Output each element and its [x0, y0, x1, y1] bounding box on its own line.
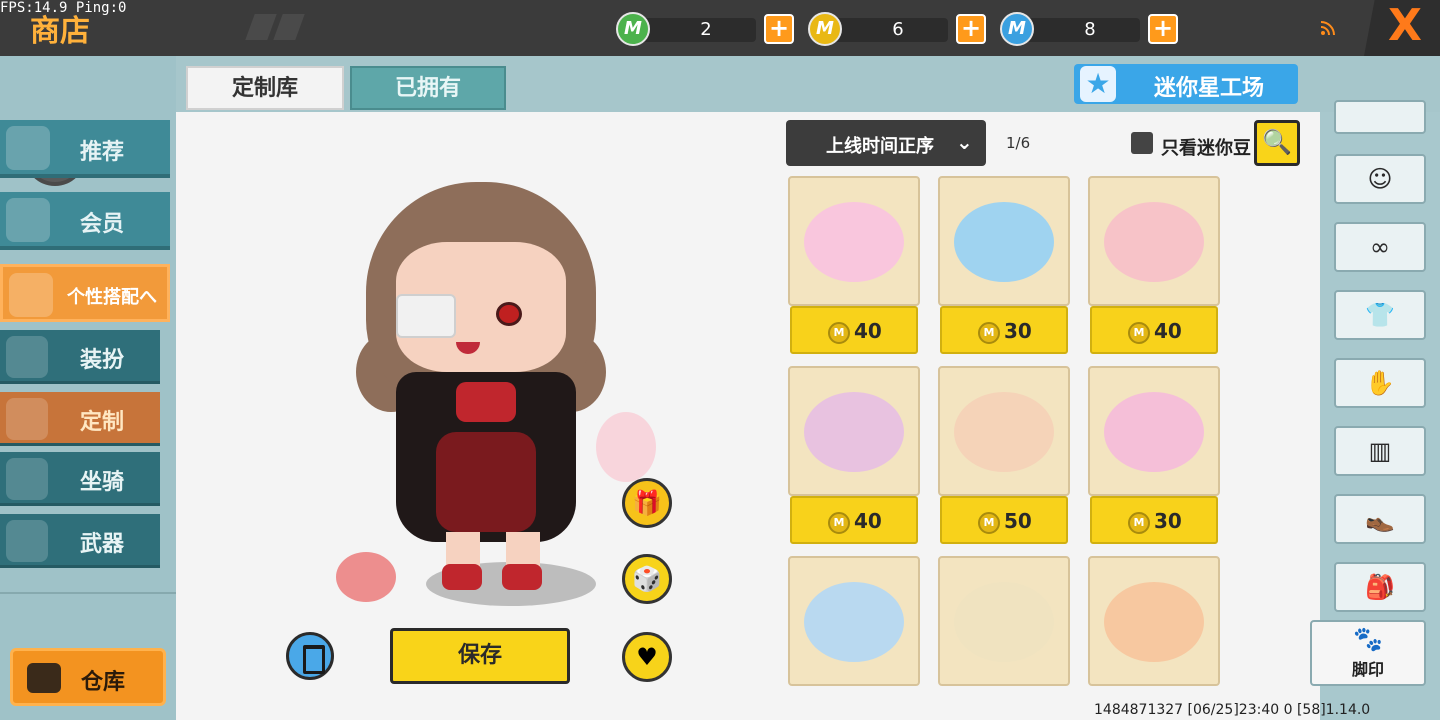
gift-button[interactable]: 🎁 [622, 478, 672, 528]
category-partial-icon[interactable] [1334, 100, 1426, 134]
page-indicator: 1/6 [1006, 134, 1031, 152]
backpack-category-icon[interactable]: 🎒 [1334, 562, 1426, 612]
character-preview[interactable] [336, 182, 656, 622]
main-panel: 🎁 🎲 ♥ 保存 上线时间正序 ⌄ 1/6 只看迷你豆 🔍 M 40 M 30 M4… [176, 100, 1440, 720]
currency-gold: 6 M + [808, 12, 986, 46]
gold-m-coin-icon: M [808, 12, 842, 46]
shirt-icon [6, 336, 48, 378]
only-beans-label[interactable]: 只看迷你豆 [1131, 134, 1251, 160]
currency-blue: 8 M + [1000, 12, 1178, 46]
footprint-category[interactable]: 🐾 脚印 [1310, 620, 1426, 686]
workshop-button[interactable]: ★ 迷你星工场 [1074, 64, 1298, 104]
close-button[interactable]: X [1364, 0, 1440, 56]
red-flower-decor [336, 552, 396, 602]
top-bar: 商店 FPS:14.9 Ping:0 2 M + 6 M + 8 M + X [0, 0, 1440, 56]
gold-coin-icon: M [978, 322, 1000, 344]
mask-category-icon[interactable]: ∞ [1334, 222, 1426, 272]
pants-category-icon[interactable]: ▥ [1334, 426, 1426, 476]
gold-coin-icon: M [1128, 322, 1150, 344]
paw-icon: 🐾 [1353, 625, 1383, 653]
tab-custom-library[interactable]: 定制库 [186, 66, 344, 110]
sort-dropdown[interactable]: 上线时间正序 ⌄ [786, 120, 986, 166]
blue-m-coin-icon: M [1000, 12, 1034, 46]
star-icon: ★ [1080, 66, 1116, 102]
gold-coin-icon: M [828, 512, 850, 534]
eyepatch [396, 294, 456, 338]
signal-icon [1320, 20, 1336, 40]
debug-info: FPS:14.9 Ping:0 [0, 0, 127, 16]
bouquet-decor [596, 412, 656, 482]
gun-icon [6, 520, 48, 562]
currency-gold-value: 6 [892, 19, 904, 40]
vip-icon [6, 198, 50, 242]
warehouse-button[interactable]: 仓库 [10, 648, 166, 706]
divider [0, 592, 176, 594]
currency-green-value: 2 [700, 19, 712, 40]
chevron-down-icon: ⌄ [956, 130, 973, 154]
mount-icon [6, 458, 48, 500]
decor-stripes [245, 14, 310, 40]
status-line: 1484871327 [06/25]23:40 0 [58]1.14.0 [1094, 702, 1371, 718]
currency-green: 2 M + [616, 12, 794, 46]
search-button[interactable]: 🔍 [1254, 120, 1300, 166]
sidebar-sub-weapon[interactable]: 武器 [0, 514, 160, 568]
sidebar-item-outfit[interactable]: 个性搭配へ [0, 264, 170, 322]
pencil-icon [6, 398, 48, 440]
sidebar-item-vip[interactable]: 会员 [0, 192, 170, 250]
heart-button[interactable]: ♥ [622, 632, 672, 682]
currency-blue-value: 8 [1084, 19, 1096, 40]
sidebar: 推荐 会员 个性搭配へ 装扮 定制 坐骑 武器 仓库 [0, 56, 176, 720]
trash-button[interactable] [286, 632, 334, 680]
sidebar-sub-dressup[interactable]: 装扮 [0, 330, 160, 384]
search-icon: 🔍 [1262, 128, 1292, 156]
glove-category-icon[interactable]: ✋ [1334, 358, 1426, 408]
tab-owned[interactable]: 已拥有 [350, 66, 506, 110]
green-m-coin-icon: M [616, 12, 650, 46]
thumbs-up-icon [6, 126, 50, 170]
save-button[interactable]: 保存 [390, 628, 570, 684]
trophy-icon [9, 273, 53, 317]
gold-coin-icon: M [978, 512, 1000, 534]
shoes-category-icon[interactable]: 👞 [1334, 494, 1426, 544]
sidebar-sub-mount[interactable]: 坐骑 [0, 452, 160, 506]
face-category-icon[interactable]: ☺ [1334, 154, 1426, 204]
close-icon: X [1388, 0, 1422, 51]
sidebar-sub-custom[interactable]: 定制 [0, 392, 160, 446]
shirt-category-icon[interactable]: 👕 [1334, 290, 1426, 340]
chest-icon [27, 663, 61, 693]
tabs-row: 定制库 已拥有 ★ 迷你星工场 [176, 56, 1440, 112]
dice-button[interactable]: 🎲 [622, 554, 672, 604]
add-blue-button[interactable]: + [1148, 14, 1178, 44]
gold-coin-icon: M [828, 322, 850, 344]
sidebar-item-recommend[interactable]: 推荐 [0, 120, 170, 178]
add-gold-button[interactable]: + [956, 14, 986, 44]
add-green-button[interactable]: + [764, 14, 794, 44]
gold-coin-icon: M [1128, 512, 1150, 534]
